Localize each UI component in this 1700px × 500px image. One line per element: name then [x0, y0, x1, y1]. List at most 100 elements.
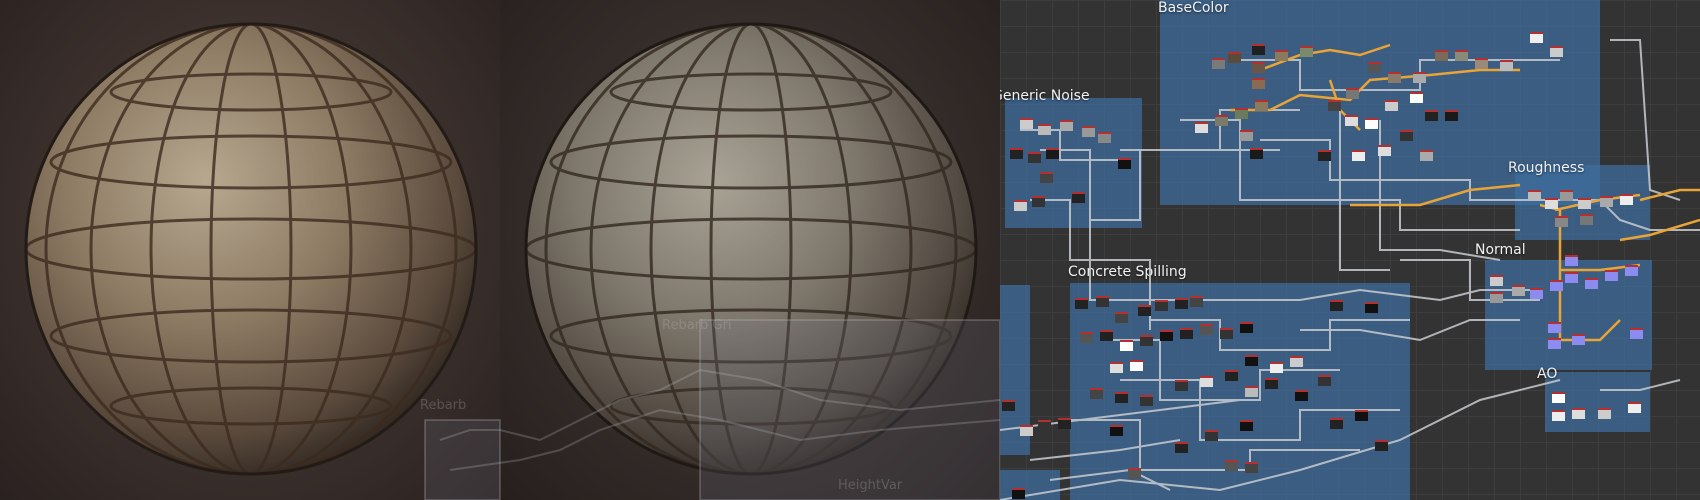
graph-node[interactable] [1378, 145, 1391, 156]
graph-node[interactable] [1175, 298, 1188, 309]
graph-node[interactable] [1425, 110, 1438, 121]
graph-node[interactable] [1245, 386, 1258, 397]
graph-node[interactable] [1265, 378, 1278, 389]
graph-node[interactable] [1328, 100, 1341, 111]
graph-node[interactable] [1275, 50, 1288, 61]
graph-node[interactable] [1270, 362, 1283, 373]
graph-node[interactable] [1352, 150, 1365, 161]
graph-node[interactable] [1578, 198, 1591, 209]
graph-node[interactable] [1385, 100, 1398, 111]
graph-node[interactable] [1400, 130, 1413, 141]
graph-node[interactable] [1500, 60, 1513, 71]
graph-node[interactable] [1490, 275, 1503, 286]
graph-node[interactable] [1435, 50, 1448, 61]
graph-node[interactable] [1455, 50, 1468, 61]
graph-node[interactable] [1138, 305, 1151, 316]
graph-node[interactable] [1225, 370, 1238, 381]
graph-node[interactable] [1345, 115, 1358, 126]
graph-node[interactable] [1002, 400, 1015, 411]
graph-node[interactable] [1014, 200, 1027, 211]
graph-node[interactable] [1528, 190, 1541, 201]
graph-node[interactable] [1096, 296, 1109, 307]
graph-node[interactable] [1548, 338, 1561, 349]
graph-node[interactable] [1100, 330, 1113, 341]
graph-node[interactable] [1252, 62, 1265, 73]
graph-node[interactable] [1445, 110, 1458, 121]
graph-node[interactable] [1512, 285, 1525, 296]
graph-node[interactable] [1410, 92, 1423, 103]
graph-node[interactable] [1490, 292, 1503, 303]
graph-node[interactable] [1190, 296, 1203, 307]
node-graph-editor[interactable]: BaseColor Generic Noise Roughness Normal… [1000, 0, 1700, 500]
graph-node[interactable] [1200, 324, 1213, 335]
graph-node[interactable] [1552, 392, 1565, 403]
graph-node[interactable] [1252, 44, 1265, 55]
graph-node[interactable] [1318, 375, 1331, 386]
graph-node[interactable] [1565, 255, 1578, 266]
graph-node[interactable] [1115, 312, 1128, 323]
graph-node[interactable] [1290, 356, 1303, 367]
graph-node[interactable] [1058, 418, 1071, 429]
graph-node[interactable] [1346, 88, 1359, 99]
graph-node[interactable] [1318, 150, 1331, 161]
graph-node[interactable] [1228, 52, 1241, 63]
graph-node[interactable] [1240, 130, 1253, 141]
graph-node[interactable] [1630, 328, 1643, 339]
graph-node[interactable] [1098, 132, 1111, 143]
graph-node[interactable] [1598, 408, 1611, 419]
graph-node[interactable] [1252, 78, 1265, 89]
graph-node[interactable] [1548, 322, 1561, 333]
graph-node[interactable] [1160, 330, 1173, 341]
graph-node[interactable] [1552, 410, 1565, 421]
graph-node[interactable] [1330, 300, 1343, 311]
graph-node[interactable] [1175, 442, 1188, 453]
graph-node[interactable] [1245, 355, 1258, 366]
graph-node[interactable] [1550, 280, 1563, 291]
graph-node[interactable] [1155, 300, 1168, 311]
graph-node[interactable] [1072, 192, 1085, 203]
graph-node[interactable] [1028, 152, 1041, 163]
graph-node[interactable] [1375, 440, 1388, 451]
graph-node[interactable] [1038, 420, 1051, 431]
graph-node[interactable] [1235, 108, 1248, 119]
graph-node[interactable] [1012, 488, 1025, 499]
graph-node[interactable] [1530, 32, 1543, 43]
graph-node[interactable] [1555, 216, 1568, 227]
graph-node[interactable] [1300, 46, 1313, 57]
graph-node[interactable] [1628, 402, 1641, 413]
graph-node[interactable] [1365, 118, 1378, 129]
graph-node[interactable] [1128, 468, 1141, 479]
graph-node[interactable] [1140, 395, 1153, 406]
graph-node[interactable] [1115, 392, 1128, 403]
graph-node[interactable] [1040, 172, 1053, 183]
graph-node[interactable] [1240, 322, 1253, 333]
graph-node[interactable] [1250, 148, 1263, 159]
graph-node[interactable] [1080, 332, 1093, 343]
graph-node[interactable] [1046, 148, 1059, 159]
graph-node[interactable] [1600, 196, 1613, 207]
graph-node[interactable] [1200, 376, 1213, 387]
graph-node[interactable] [1180, 328, 1193, 339]
graph-node[interactable] [1330, 418, 1343, 429]
graph-node[interactable] [1215, 115, 1228, 126]
graph-node[interactable] [1388, 72, 1401, 83]
graph-node[interactable] [1060, 120, 1073, 131]
graph-node[interactable] [1220, 328, 1233, 339]
graph-node[interactable] [1205, 430, 1218, 441]
graph-node[interactable] [1420, 150, 1433, 161]
graph-node[interactable] [1550, 46, 1563, 57]
graph-node[interactable] [1120, 340, 1133, 351]
graph-node[interactable] [1625, 265, 1638, 276]
graph-node[interactable] [1245, 462, 1258, 473]
graph-node[interactable] [1585, 278, 1598, 289]
graph-node[interactable] [1090, 388, 1103, 399]
graph-node[interactable] [1038, 124, 1051, 135]
graph-node[interactable] [1295, 390, 1308, 401]
graph-node[interactable] [1572, 334, 1585, 345]
graph-node[interactable] [1475, 58, 1488, 69]
graph-node[interactable] [1110, 425, 1123, 436]
graph-node[interactable] [1530, 288, 1543, 299]
graph-node[interactable] [1413, 72, 1426, 83]
graph-node[interactable] [1355, 410, 1368, 421]
graph-node[interactable] [1075, 298, 1088, 309]
